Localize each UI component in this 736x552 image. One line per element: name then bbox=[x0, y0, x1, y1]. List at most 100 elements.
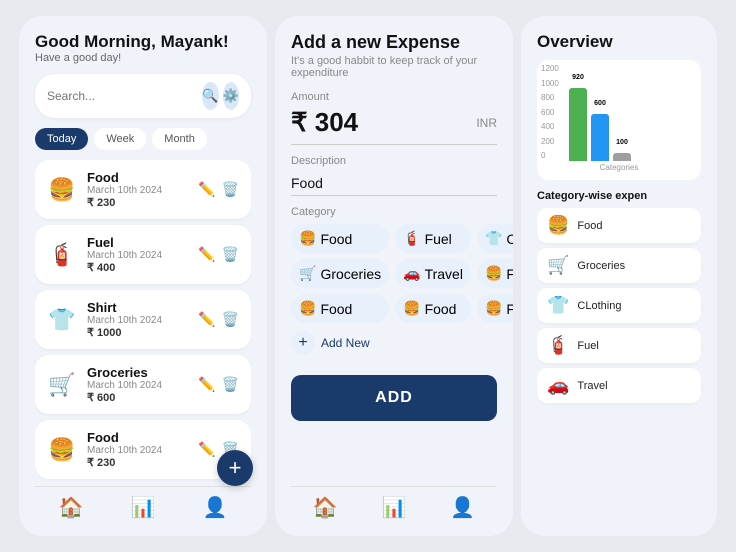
expense-date: March 10th 2024 bbox=[87, 185, 188, 196]
list-item: 🚗 Travel bbox=[537, 368, 701, 403]
nav-home-icon-mid[interactable]: 🏠 bbox=[313, 495, 338, 520]
tab-month[interactable]: Month bbox=[152, 128, 207, 150]
travel-cat-label: Travel bbox=[577, 380, 607, 392]
tab-today[interactable]: Today bbox=[35, 128, 88, 150]
groceries-icon: 🛒 bbox=[47, 372, 77, 398]
description-input[interactable] bbox=[291, 171, 497, 196]
expense-name: Fuel bbox=[87, 235, 188, 250]
nav-profile-icon[interactable]: 👤 bbox=[203, 495, 228, 520]
category-chip-fuel[interactable]: 🧯 Fuel bbox=[395, 224, 471, 253]
amount-section: Amount ₹ 304 INR bbox=[291, 91, 497, 145]
category-chip-food[interactable]: 🍔 Food bbox=[291, 224, 389, 253]
table-row: 👕 Shirt March 10th 2024 ₹ 1000 ✏️ 🗑️ bbox=[35, 290, 251, 349]
category-chip-groceries[interactable]: 🛒 Groceries bbox=[291, 259, 389, 288]
food3-chip-label: Food bbox=[320, 301, 352, 317]
category-section: Category 🍔 Food 🧯 Fuel 👕 CLo 🛒 Groceries bbox=[291, 206, 497, 355]
left-panel: Good Morning, Mayank! Have a good day! 🔍… bbox=[19, 16, 267, 536]
food2-chip-label: Foo bbox=[506, 266, 513, 282]
category-chip-food3[interactable]: 🍔 Food bbox=[291, 294, 389, 323]
category-chip-food4[interactable]: 🍔 Food bbox=[395, 294, 471, 323]
food-chip-label: Food bbox=[320, 231, 352, 247]
search-icon-btn[interactable]: 🔍 bbox=[202, 82, 219, 110]
delete-icon[interactable]: 🗑️ bbox=[222, 311, 239, 328]
category-chip-food2[interactable]: 🍔 Foo bbox=[477, 259, 513, 288]
food5-emoji-icon: 🍔 bbox=[485, 300, 502, 317]
chart-y-labels: 1200 1000 800 600 400 200 0 bbox=[541, 64, 559, 160]
travel-cat-icon: 🚗 bbox=[547, 375, 569, 396]
clothing-chip-label: CLo bbox=[506, 231, 513, 247]
groceries-cat-label: Groceries bbox=[577, 260, 625, 272]
food-emoji-icon: 🍔 bbox=[299, 230, 316, 247]
description-label: Description bbox=[291, 155, 497, 167]
category-chip-food5[interactable]: 🍔 Foo bbox=[477, 294, 513, 323]
groceries-emoji-icon: 🛒 bbox=[299, 265, 316, 282]
bottom-nav: 🏠 📊 👤 bbox=[35, 486, 251, 520]
expense-name: Food bbox=[87, 170, 188, 185]
food2-emoji-icon: 🍔 bbox=[485, 265, 502, 282]
food4-emoji-icon: 🍔 bbox=[403, 300, 420, 317]
chart-bar-groceries: 600 bbox=[591, 114, 609, 161]
fuel-icon: 🧯 bbox=[47, 242, 77, 268]
chart-bar-food: 920 bbox=[569, 88, 587, 161]
list-item: 👕 CLothing bbox=[537, 288, 701, 323]
expense-amount: ₹ 600 bbox=[87, 391, 188, 404]
fuel-cat-label: Fuel bbox=[577, 340, 598, 352]
edit-icon[interactable]: ✏️ bbox=[198, 376, 215, 393]
bar-label-groceries: 600 bbox=[594, 100, 606, 107]
clothing-cat-label: CLothing bbox=[577, 300, 621, 312]
overview-chart: 1200 1000 800 600 400 200 0 920 600 10 bbox=[537, 60, 701, 180]
edit-icon[interactable]: ✏️ bbox=[198, 311, 215, 328]
travel-chip-label: Travel bbox=[425, 266, 463, 282]
food-cat-icon: 🍔 bbox=[547, 215, 569, 236]
expense-name: Food bbox=[87, 430, 188, 445]
expense-date: March 10th 2024 bbox=[87, 445, 188, 456]
table-row: 🛒 Groceries March 10th 2024 ₹ 600 ✏️ 🗑️ bbox=[35, 355, 251, 414]
delete-icon[interactable]: 🗑️ bbox=[222, 181, 239, 198]
expense-list: 🍔 Food March 10th 2024 ₹ 230 ✏️ 🗑️ 🧯 Fue… bbox=[35, 160, 251, 486]
nav-profile-icon-mid[interactable]: 👤 bbox=[450, 495, 475, 520]
category-wise-title: Category-wise expen bbox=[537, 190, 701, 202]
groceries-cat-icon: 🛒 bbox=[547, 255, 569, 276]
mid-panel: Add a new Expense It's a good habbit to … bbox=[275, 16, 513, 536]
delete-icon[interactable]: 🗑️ bbox=[222, 376, 239, 393]
expense-date: March 10th 2024 bbox=[87, 380, 188, 391]
greeting-subtitle: Have a good day! bbox=[35, 52, 251, 64]
fab-add-button[interactable]: + bbox=[217, 450, 253, 486]
search-input[interactable] bbox=[47, 89, 202, 103]
food3-emoji-icon: 🍔 bbox=[299, 300, 316, 317]
expense-name: Shirt bbox=[87, 300, 188, 315]
table-row: 🧯 Fuel March 10th 2024 ₹ 400 ✏️ 🗑️ bbox=[35, 225, 251, 284]
greeting-title: Good Morning, Mayank! bbox=[35, 32, 251, 52]
tab-week[interactable]: Week bbox=[94, 128, 146, 150]
add-circle-icon: + bbox=[291, 331, 315, 355]
edit-icon[interactable]: ✏️ bbox=[198, 246, 215, 263]
fuel-emoji-icon: 🧯 bbox=[403, 230, 420, 247]
nav-chart-icon-mid[interactable]: 📊 bbox=[382, 495, 407, 520]
edit-icon[interactable]: ✏️ bbox=[198, 441, 215, 458]
chart-bars-group: 920 600 100 bbox=[545, 68, 693, 161]
fuel-chip-label: Fuel bbox=[425, 231, 452, 247]
delete-icon[interactable]: 🗑️ bbox=[222, 246, 239, 263]
add-new-category-row[interactable]: + Add New bbox=[291, 331, 497, 355]
expense-date: March 10th 2024 bbox=[87, 315, 188, 326]
travel-emoji-icon: 🚗 bbox=[403, 265, 420, 282]
add-expense-button[interactable]: ADD bbox=[291, 375, 497, 421]
category-chip-clothing[interactable]: 👕 CLo bbox=[477, 224, 513, 253]
chart-x-label: Categories bbox=[545, 163, 693, 172]
food2-icon: 🍔 bbox=[47, 437, 77, 463]
greeting: Good Morning, Mayank! Have a good day! bbox=[35, 32, 251, 64]
amount-value: ₹ 304 bbox=[291, 107, 358, 138]
expense-date: March 10th 2024 bbox=[87, 250, 188, 261]
edit-icon[interactable]: ✏️ bbox=[198, 181, 215, 198]
amount-label: Amount bbox=[291, 91, 497, 103]
category-wise-list: 🍔 Food 🛒 Groceries 👕 CLothing 🧯 Fuel 🚗 T… bbox=[537, 208, 701, 403]
filter-icon-btn[interactable]: ⚙️ bbox=[223, 82, 240, 110]
bar-label-food: 920 bbox=[572, 74, 584, 81]
right-panel: Overview 1200 1000 800 600 400 200 0 920… bbox=[521, 16, 717, 536]
category-chip-travel[interactable]: 🚗 Travel bbox=[395, 259, 471, 288]
nav-chart-icon[interactable]: 📊 bbox=[131, 495, 156, 520]
table-row: 🍔 Food March 10th 2024 ₹ 230 ✏️ 🗑️ bbox=[35, 160, 251, 219]
add-new-label: Add New bbox=[321, 336, 370, 350]
bottom-nav-mid: 🏠 📊 👤 bbox=[291, 486, 497, 520]
nav-home-icon[interactable]: 🏠 bbox=[59, 495, 84, 520]
